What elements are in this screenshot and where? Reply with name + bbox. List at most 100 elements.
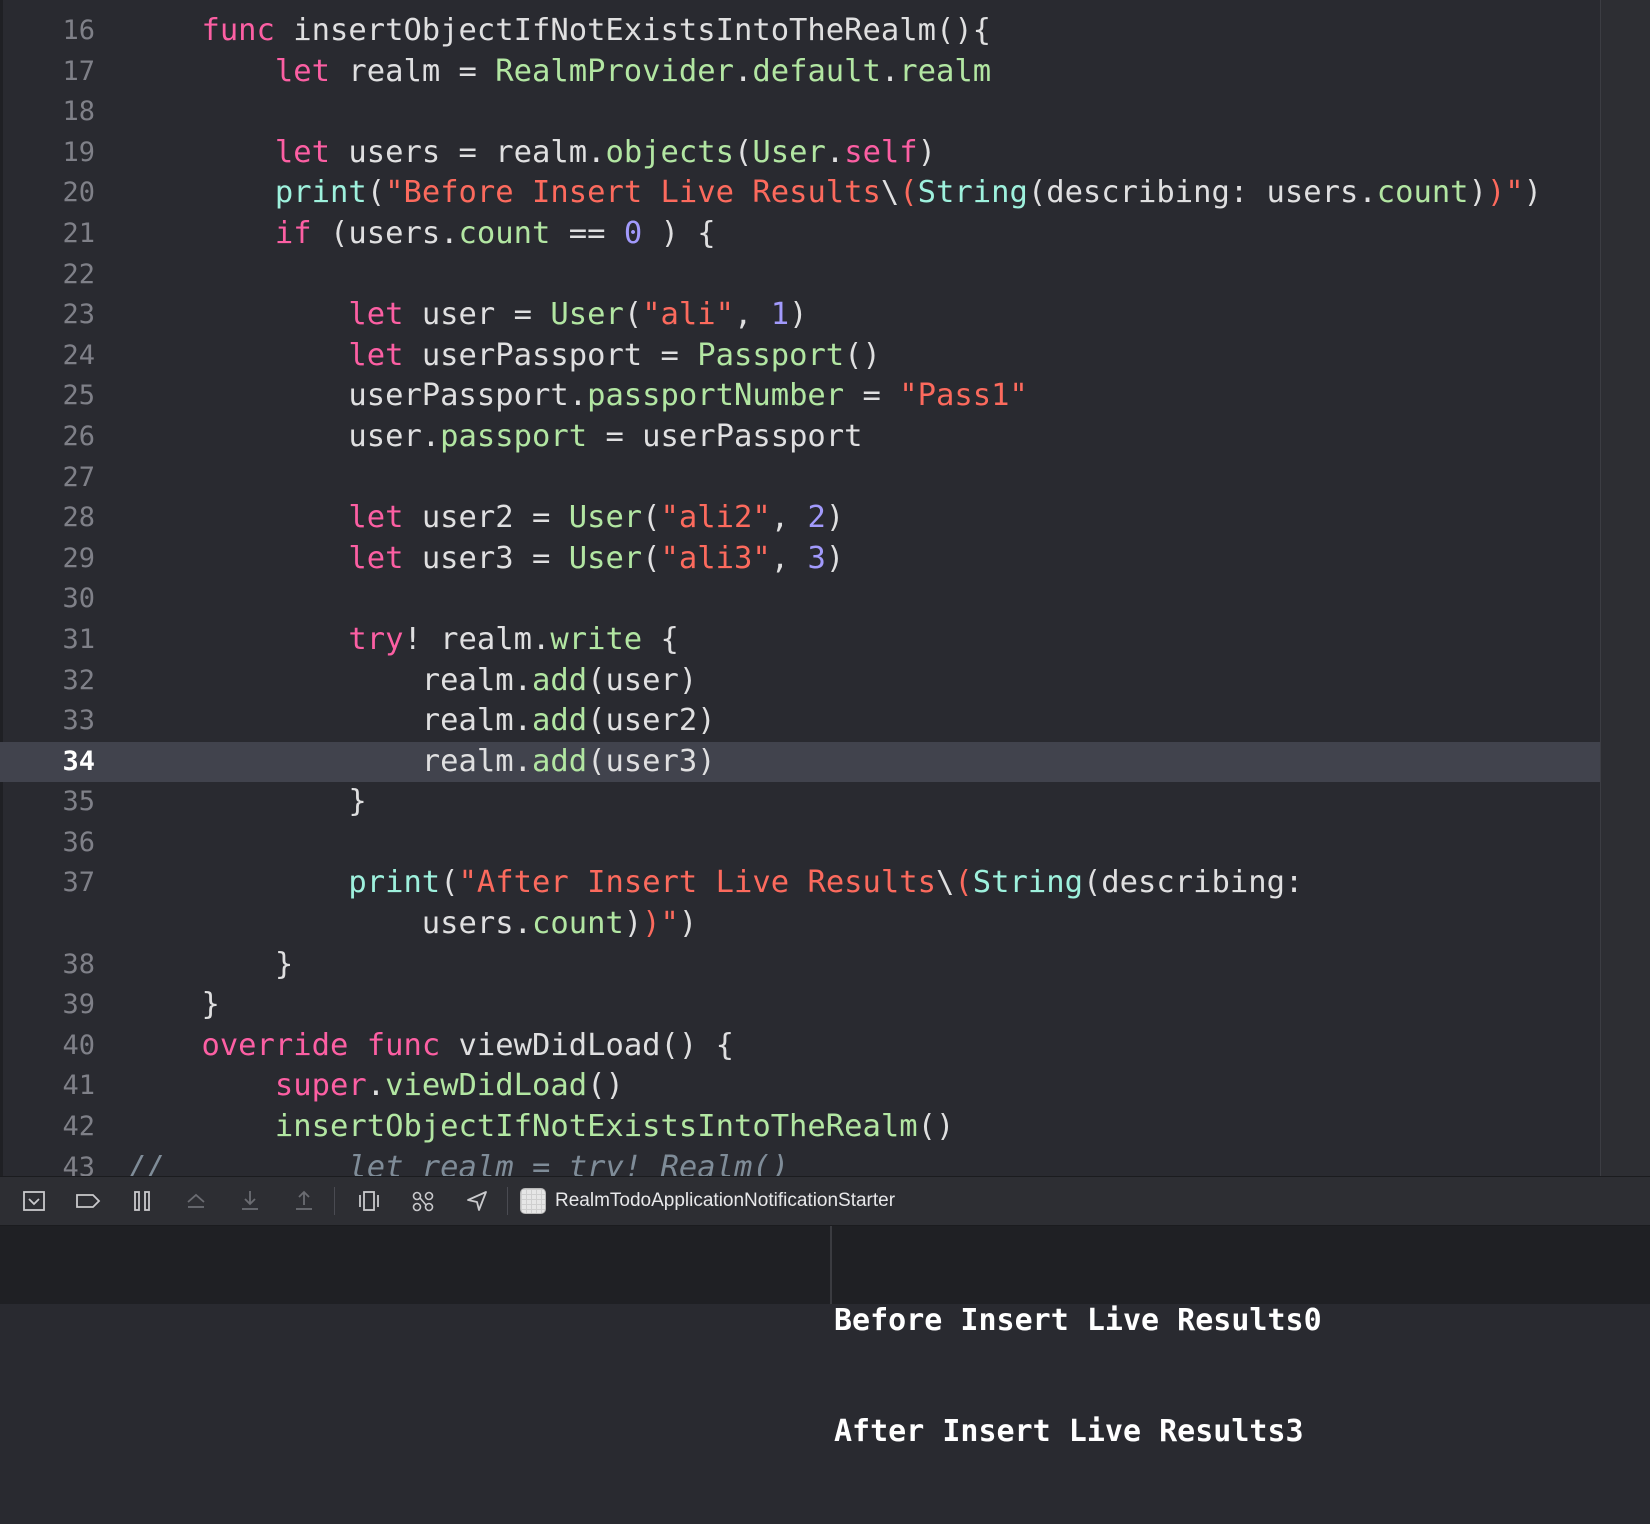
pause-button[interactable] xyxy=(122,1181,162,1221)
code-token: let xyxy=(274,134,330,170)
code-line[interactable]: 40 override func viewDidLoad() { xyxy=(0,1026,1600,1067)
code-lines[interactable]: 16 func insertObjectIfNotExistsIntoTheRe… xyxy=(0,11,1600,1176)
code-line[interactable]: 27 xyxy=(0,458,1600,499)
code-text[interactable]: realm.add(user2) xyxy=(128,701,716,742)
code-text[interactable]: } xyxy=(128,782,366,823)
line-number[interactable]: 17 xyxy=(0,52,95,93)
code-line[interactable]: 29 let user3 = User("ali3", 3) xyxy=(0,539,1600,580)
line-number[interactable]: 33 xyxy=(0,701,95,742)
code-line[interactable]: 23 let user = User("ali", 1) xyxy=(0,295,1600,336)
hide-debug-area-button[interactable] xyxy=(14,1181,54,1221)
toggle-breakpoints-button[interactable] xyxy=(68,1181,108,1221)
code-token: passport xyxy=(440,418,588,454)
code-text[interactable]: override func viewDidLoad() { xyxy=(128,1026,734,1067)
code-line[interactable]: 26 user.passport = userPassport xyxy=(0,417,1600,458)
code-line[interactable]: 18 xyxy=(0,92,1600,133)
line-number[interactable]: 38 xyxy=(0,945,95,986)
line-number[interactable]: 42 xyxy=(0,1107,95,1148)
code-line[interactable]: 30 xyxy=(0,579,1600,620)
line-number[interactable]: 19 xyxy=(0,133,95,174)
current-line[interactable]: 34 realm.add(user3) xyxy=(0,741,1600,783)
variables-view[interactable] xyxy=(0,1226,830,1304)
line-number[interactable]: 18 xyxy=(0,92,95,133)
code-text[interactable]: } xyxy=(128,985,219,1026)
line-number[interactable]: 30 xyxy=(0,579,95,620)
code-text[interactable]: print("Before Insert Live Results\(Strin… xyxy=(128,173,1542,214)
code-text[interactable]: if (users.count == 0 ) { xyxy=(128,214,716,255)
code-text[interactable]: user.passport = userPassport xyxy=(128,417,862,458)
code-text[interactable]: // let realm = try! Realm() xyxy=(128,1148,789,1176)
line-number[interactable]: 39 xyxy=(0,985,95,1026)
code-token: ) { xyxy=(642,215,716,251)
simulate-location-button[interactable] xyxy=(457,1181,497,1221)
debug-view-hierarchy-button[interactable] xyxy=(349,1181,389,1221)
minimap-scroll-track[interactable] xyxy=(1600,0,1650,1176)
code-line[interactable]: 39 } xyxy=(0,985,1600,1026)
code-text[interactable]: try! realm.write { xyxy=(128,620,679,661)
code-text[interactable]: realm.add(user) xyxy=(128,661,697,702)
code-line[interactable]: 33 realm.add(user2) xyxy=(0,701,1600,742)
debug-target[interactable]: RealmTodoApplicationNotificationStarter xyxy=(520,1188,895,1214)
code-text[interactable]: let user2 = User("ali2", 2) xyxy=(128,498,844,539)
code-text[interactable]: } xyxy=(128,945,293,986)
code-text[interactable]: userPassport.passportNumber = "Pass1" xyxy=(128,376,1027,417)
code-line[interactable]: 37 print("After Insert Live Results\(Str… xyxy=(0,863,1600,904)
source-editor[interactable]: 16 func insertObjectIfNotExistsIntoTheRe… xyxy=(0,0,1650,1176)
code-line[interactable]: 43 // let realm = try! Realm() xyxy=(0,1148,1600,1176)
line-number[interactable]: 35 xyxy=(0,782,95,823)
code-line[interactable]: users.count))") xyxy=(0,904,1600,945)
code-line[interactable]: 25 userPassport.passportNumber = "Pass1" xyxy=(0,376,1600,417)
code-text[interactable]: func insertObjectIfNotExistsIntoTheRealm… xyxy=(128,11,991,52)
code-text[interactable]: insertObjectIfNotExistsIntoTheRealm() xyxy=(128,1107,954,1148)
code-line[interactable]: 19 let users = realm.objects(User.self) xyxy=(0,133,1600,174)
code-line[interactable]: 31 try! realm.write { xyxy=(0,620,1600,661)
line-number[interactable]: 43 xyxy=(0,1148,95,1176)
line-number[interactable]: 20 xyxy=(0,173,95,214)
code-line[interactable]: 17 let realm = RealmProvider.default.rea… xyxy=(0,52,1600,93)
code-line[interactable]: 35 } xyxy=(0,782,1600,823)
line-number[interactable]: 22 xyxy=(0,255,95,296)
code-line[interactable]: 41 super.viewDidLoad() xyxy=(0,1066,1600,1107)
code-line[interactable]: 16 func insertObjectIfNotExistsIntoTheRe… xyxy=(0,11,1600,52)
code-line[interactable]: 36 xyxy=(0,823,1600,864)
debug-area-splitter[interactable] xyxy=(830,1226,832,1304)
code-text[interactable]: super.viewDidLoad() xyxy=(128,1066,624,1107)
console-output[interactable]: Before Insert Live Results0 After Insert… xyxy=(834,1228,1650,1449)
code-line[interactable]: 20 print("Before Insert Live Results\(St… xyxy=(0,173,1600,214)
line-number[interactable]: 29 xyxy=(0,539,95,580)
line-number[interactable]: 28 xyxy=(0,498,95,539)
line-number[interactable]: 31 xyxy=(0,620,95,661)
code-text[interactable]: realm.add(user3) xyxy=(128,742,716,783)
line-number[interactable]: 36 xyxy=(0,823,95,864)
line-number[interactable]: 34 xyxy=(0,742,95,783)
code-text[interactable]: let user3 = User("ali3", 3) xyxy=(128,539,844,580)
line-number[interactable]: 16 xyxy=(0,11,95,52)
step-out-button[interactable] xyxy=(284,1181,324,1221)
code-text[interactable]: let userPassport = Passport() xyxy=(128,336,881,377)
line-number[interactable]: 25 xyxy=(0,376,95,417)
debug-memory-graph-button[interactable] xyxy=(403,1181,443,1221)
code-text[interactable]: print("After Insert Live Results\(String… xyxy=(128,863,1303,904)
code-text[interactable]: let user = User("ali", 1) xyxy=(128,295,807,336)
line-number[interactable]: 40 xyxy=(0,1026,95,1067)
step-into-button[interactable] xyxy=(230,1181,270,1221)
code-text[interactable]: users.count))") xyxy=(128,904,698,945)
code-text[interactable]: let users = realm.objects(User.self) xyxy=(128,133,936,174)
line-number[interactable]: 23 xyxy=(0,295,95,336)
line-number[interactable]: 27 xyxy=(0,458,95,499)
line-number[interactable]: 41 xyxy=(0,1066,95,1107)
step-over-button[interactable] xyxy=(176,1181,216,1221)
line-number[interactable]: 32 xyxy=(0,661,95,702)
code-line[interactable]: 42 insertObjectIfNotExistsIntoTheRealm() xyxy=(0,1107,1600,1148)
line-number[interactable]: 21 xyxy=(0,214,95,255)
code-text[interactable]: let realm = RealmProvider.default.realm xyxy=(128,52,991,93)
line-number[interactable]: 37 xyxy=(0,863,95,904)
code-line[interactable]: 21 if (users.count == 0 ) { xyxy=(0,214,1600,255)
line-number[interactable]: 26 xyxy=(0,417,95,458)
code-line[interactable]: 38 } xyxy=(0,945,1600,986)
code-line[interactable]: 22 xyxy=(0,255,1600,296)
code-line[interactable]: 32 realm.add(user) xyxy=(0,661,1600,702)
code-line[interactable]: 28 let user2 = User("ali2", 2) xyxy=(0,498,1600,539)
line-number[interactable]: 24 xyxy=(0,336,95,377)
code-line[interactable]: 24 let userPassport = Passport() xyxy=(0,336,1600,377)
